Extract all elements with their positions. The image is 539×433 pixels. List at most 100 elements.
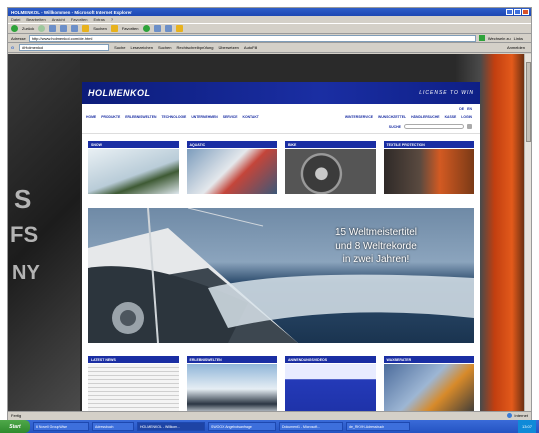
stop-icon[interactable] [49, 25, 57, 32]
mail-icon[interactable] [153, 25, 161, 32]
lang-en[interactable]: EN [467, 107, 472, 111]
google-find-button[interactable]: Suchen [158, 45, 172, 50]
search-icon[interactable] [82, 25, 90, 32]
menu-extras[interactable]: Extras [94, 17, 105, 22]
task-holmenkol[interactable]: HOLMENKOL - Willkom... [137, 422, 205, 431]
waxberater-image[interactable] [383, 364, 474, 411]
category-aquatic[interactable]: AQUATIC [186, 141, 277, 194]
nav-home[interactable]: HOME [86, 115, 96, 119]
category-title: SNOW [88, 141, 179, 148]
nav-erlebniswelten[interactable]: ERLEBNISWELTEN [125, 115, 156, 119]
url-text: http://www.holmenkol.com/de.html [31, 35, 93, 41]
aquatic-image[interactable] [186, 149, 277, 194]
site-header: HOLMENKOL LICENSE TO WIN [82, 82, 480, 104]
scrollbar-thumb[interactable] [526, 62, 531, 142]
nav-winterservice[interactable]: WINTERSERVICE [345, 115, 373, 119]
search-label: SUCHE [388, 124, 401, 129]
search-label[interactable]: Suchen [93, 26, 107, 31]
hero-line-1: 15 Weltmeistertitel [334, 227, 418, 238]
menu-favoriten[interactable]: Favoriten [71, 17, 88, 22]
close-button[interactable] [522, 9, 529, 15]
google-search-input[interactable]: #Holmenkol [19, 44, 110, 51]
menu-bearbeiten[interactable]: Bearbeiten [26, 17, 45, 22]
bike-image[interactable] [285, 149, 376, 194]
hero-headline: 15 Weltmeistertitel und 8 Weltrekorde in… [288, 226, 464, 267]
anwendungsvideos-image[interactable] [285, 364, 376, 411]
print-icon[interactable] [164, 25, 172, 32]
teaser-title: LATEST NEWS [88, 356, 179, 363]
nav-wunschzettel[interactable]: WUNSCHZETTEL [378, 115, 406, 119]
nav-unternehmen[interactable]: UNTERNEHMEN [191, 115, 217, 119]
url-field[interactable]: http://www.holmenkol.com/de.html [28, 34, 476, 42]
refresh-icon[interactable] [60, 25, 68, 32]
history-icon[interactable] [142, 25, 150, 32]
go-icon[interactable] [478, 35, 485, 41]
favorites-icon[interactable] [110, 25, 118, 32]
start-button[interactable]: Start [0, 420, 30, 433]
nav-produkte[interactable]: PRODUKTE [101, 115, 120, 119]
snow-image[interactable] [88, 149, 179, 194]
vertical-scrollbar[interactable] [524, 54, 531, 411]
nav-kasse[interactable]: KASSE [445, 115, 457, 119]
globe-icon [507, 413, 513, 418]
site-slogan: LICENSE TO WIN [419, 90, 474, 96]
lang-de[interactable]: DE [459, 107, 464, 111]
teaser-waxberater[interactable]: WAXBERATER [383, 356, 474, 411]
google-translate-button[interactable]: Übersetzen [218, 45, 238, 50]
category-snow[interactable]: SNOW [88, 141, 179, 194]
teaser-latest-news[interactable]: LATEST NEWS [88, 356, 179, 411]
zone-label: Internet [514, 413, 528, 418]
security-zone: Internet [507, 413, 528, 418]
language-switch: DE EN [459, 107, 472, 111]
textile-image[interactable] [383, 149, 474, 194]
category-textile-protection[interactable]: TEXTILE PROTECTION [383, 141, 474, 194]
links-label[interactable]: Links [514, 36, 531, 41]
nav-haendlersuche[interactable]: HÄNDLERSUCHE [411, 115, 439, 119]
forward-icon[interactable] [38, 25, 46, 32]
task-groupwise[interactable]: 6 Novell GroupWise [33, 422, 89, 431]
back-icon[interactable] [11, 25, 18, 32]
utility-nav: WINTERSERVICE WUNSCHZETTEL HÄNDLERSUCHE … [345, 115, 472, 119]
menu-ansicht[interactable]: Ansicht [52, 17, 65, 22]
go-button[interactable]: Wechseln zu [488, 36, 511, 41]
folder-icon[interactable] [175, 25, 183, 32]
hero-banner[interactable]: 15 Weltmeistertitel und 8 Weltrekorde in… [88, 208, 474, 343]
favorites-label[interactable]: Favoriten [122, 26, 139, 31]
category-bike[interactable]: BIKE [285, 141, 376, 194]
teaser-anwendungsvideos[interactable]: ANWENDUNGSVIDEOS [285, 356, 376, 411]
menu-datei[interactable]: Datei [11, 17, 20, 22]
site-search-button[interactable] [467, 124, 472, 129]
teaser-title: ANWENDUNGSVIDEOS [285, 356, 376, 363]
category-title: AQUATIC [186, 141, 277, 148]
holmenkol-logo[interactable]: HOLMENKOL [88, 88, 151, 98]
task-rkvh-adressbuch[interactable]: de_RKVH-Adressbuch [346, 422, 410, 431]
page-viewport[interactable]: S FS NY HOLMENKOL LICENSE TO WIN DE EN H… [8, 54, 526, 411]
maximize-button[interactable] [514, 9, 521, 15]
home-icon[interactable] [71, 25, 79, 32]
google-toolbar: G #Holmenkol Suche Lesezeichen Suchen Re… [8, 43, 531, 53]
nav-kontakt[interactable]: KONTAKT [243, 115, 259, 119]
hero-line-3: in zwei Jahren! [342, 254, 410, 265]
menu-help[interactable]: ? [111, 17, 113, 22]
browser-window: HOLMENKOL - Willkommen - Microsoft Inter… [7, 7, 532, 427]
google-bookmarks-button[interactable]: Lesezeichen [130, 45, 152, 50]
task-word-document[interactable]: Dokument1 - Microsoft... [279, 422, 343, 431]
window-title: HOLMENKOL - Willkommen - Microsoft Inter… [11, 9, 132, 15]
back-label[interactable]: Zurück [22, 26, 34, 31]
teaser-erlebniswelten[interactable]: ERLEBNISWELTEN [186, 356, 277, 411]
google-autofill-button[interactable]: AutoFill [244, 45, 257, 50]
task-swoox[interactable]: SWOOX Angebotsanfrage [208, 422, 276, 431]
latest-news-preview[interactable] [88, 364, 179, 411]
google-query: #Holmenkol [22, 45, 44, 50]
google-search-button[interactable]: Suche [114, 45, 125, 50]
nav-service[interactable]: SERVICE [223, 115, 238, 119]
erlebniswelten-image[interactable] [186, 364, 277, 411]
google-spellcheck-button[interactable]: Rechtschreibprüfung [177, 45, 214, 50]
minimize-button[interactable] [506, 9, 513, 15]
task-adressbuch[interactable]: Adressbuch [92, 422, 134, 431]
nav-technologie[interactable]: TECHNOLOGIE [161, 115, 186, 119]
nav-login[interactable]: LOGIN [461, 115, 472, 119]
site-search-input[interactable] [404, 124, 464, 129]
clock[interactable]: 13:07 [522, 424, 532, 429]
google-signin-button[interactable]: Anmelden [507, 45, 531, 50]
